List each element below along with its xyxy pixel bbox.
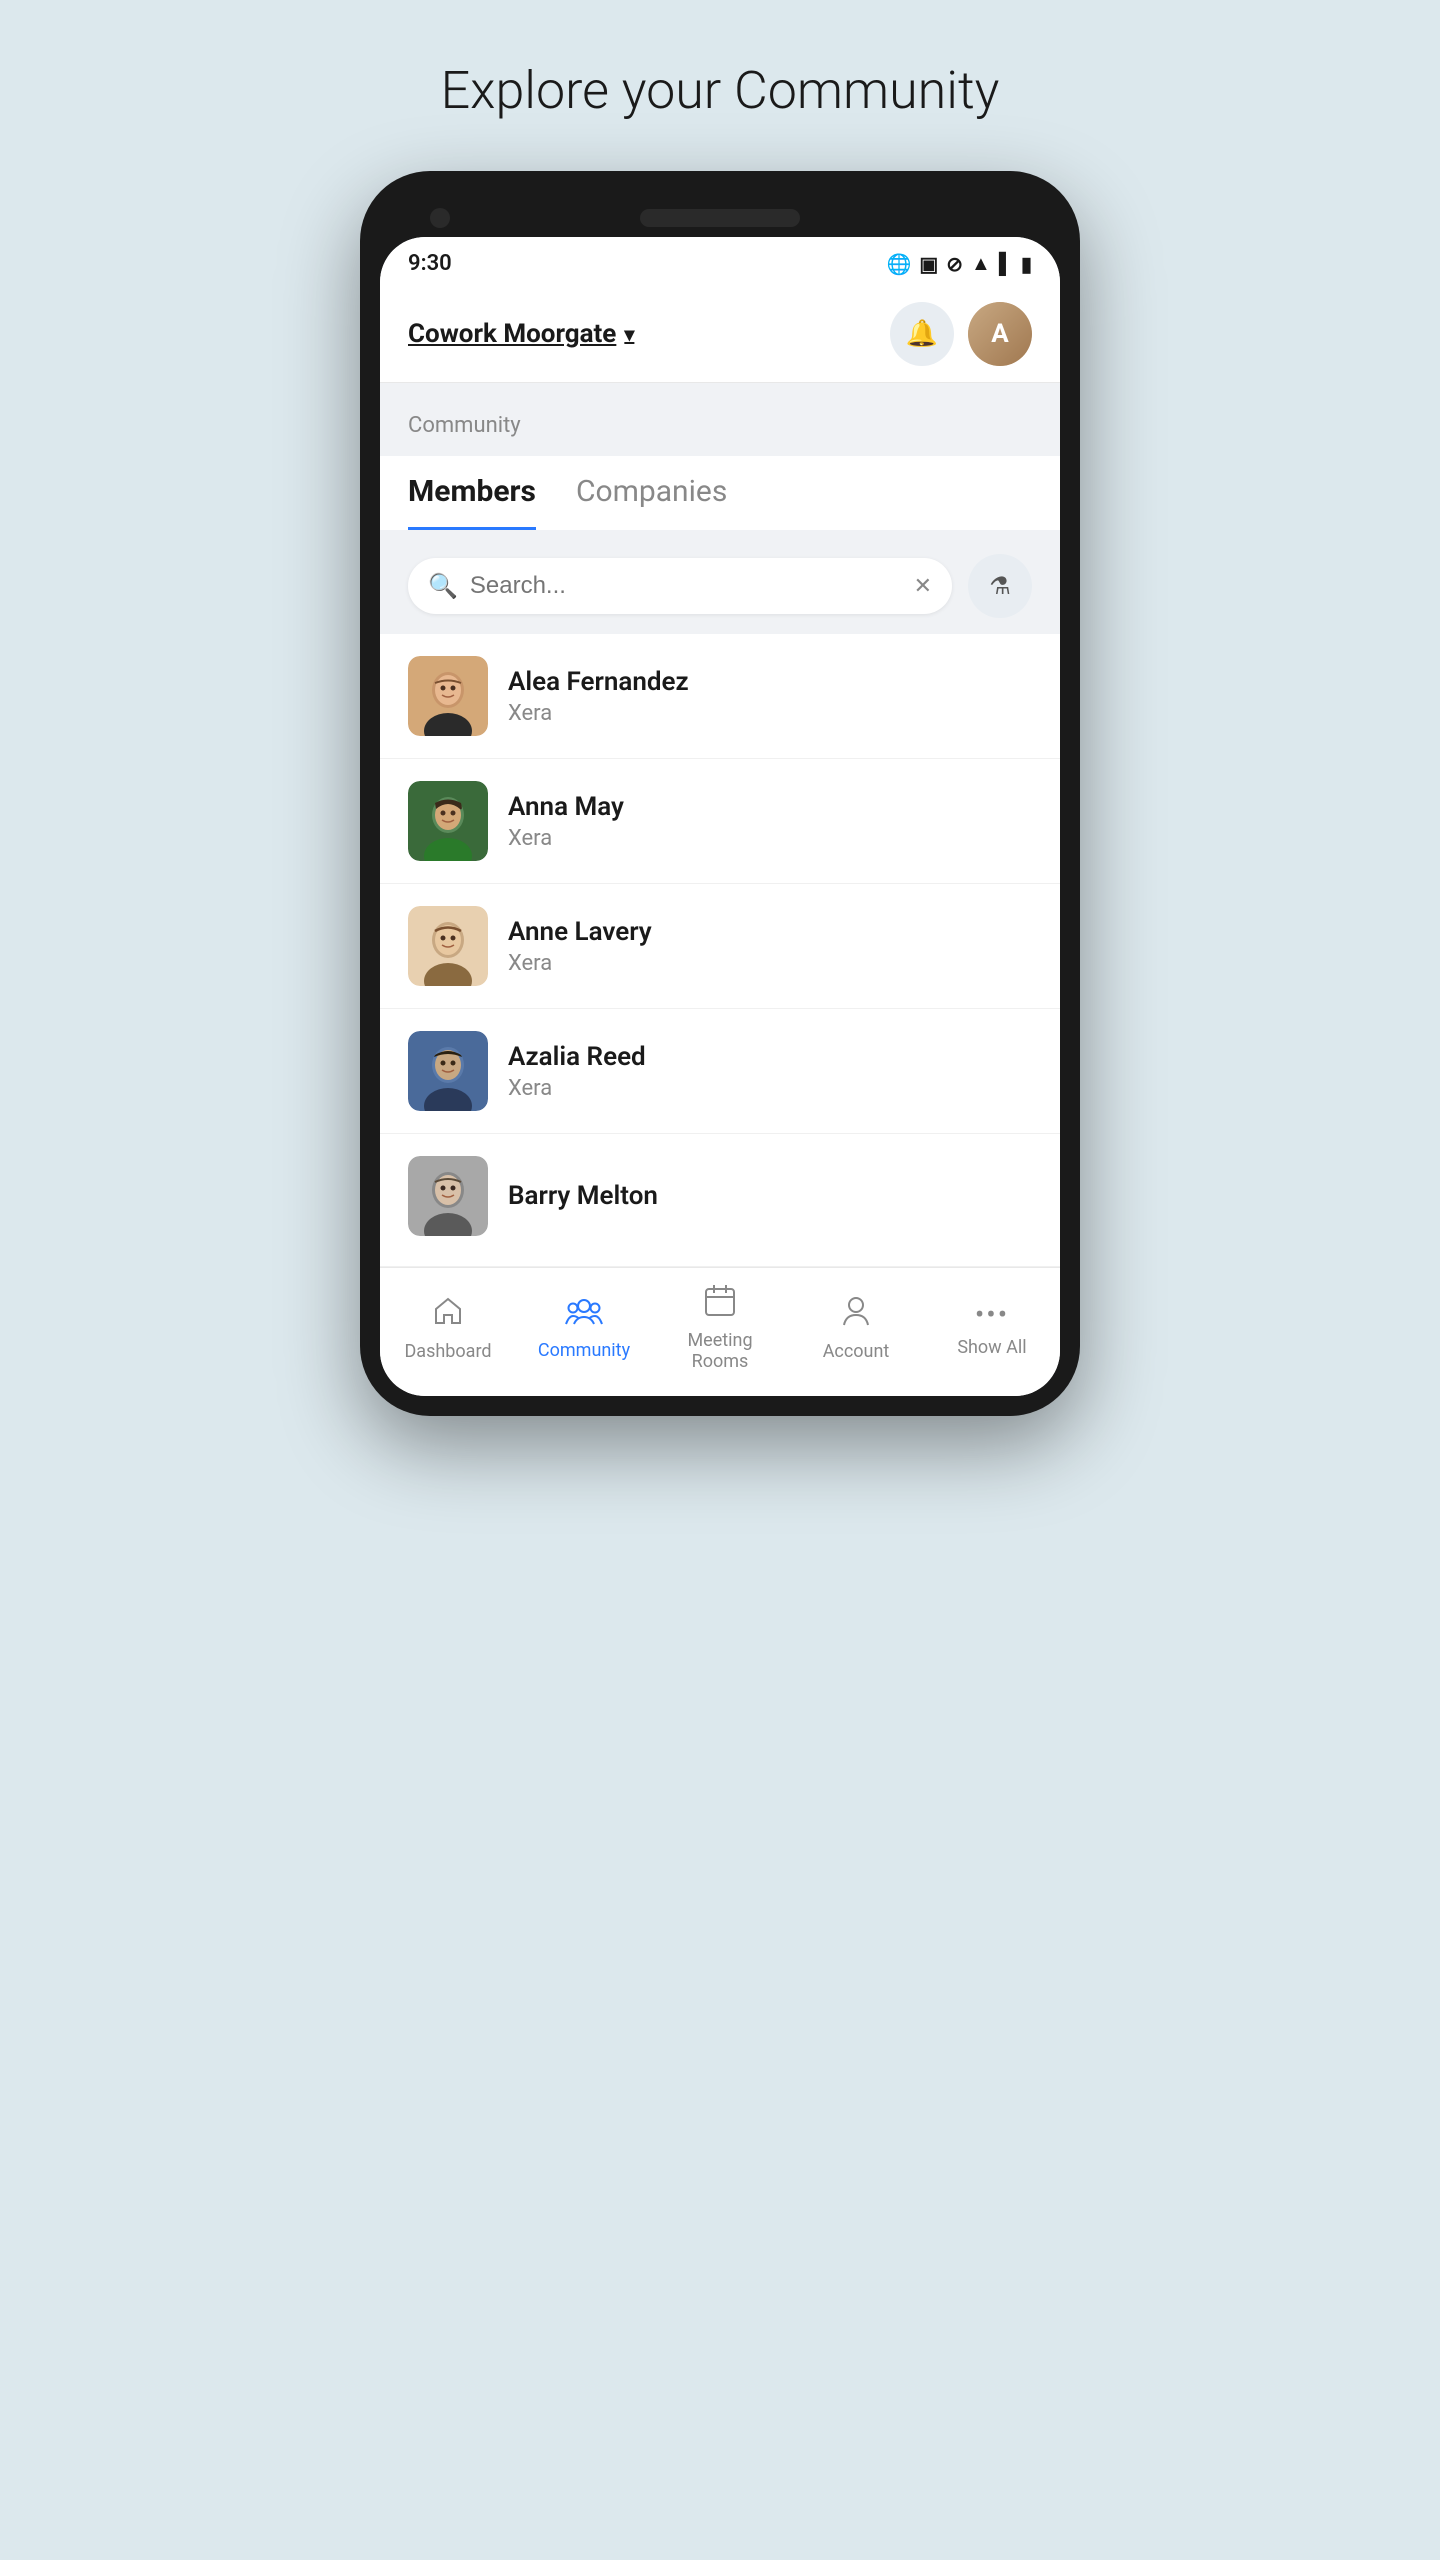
header-actions: 🔔 A xyxy=(890,302,1032,366)
search-icon: 🔍 xyxy=(428,572,458,600)
dnd-icon: ⊘ xyxy=(946,252,963,276)
person-icon xyxy=(842,1295,870,1335)
clear-search-button[interactable]: ✕ xyxy=(914,574,932,599)
search-input[interactable] xyxy=(470,572,902,600)
member-avatar xyxy=(408,656,488,736)
member-info: Alea Fernandez Xera xyxy=(508,667,1032,726)
phone-top-bar xyxy=(380,191,1060,237)
member-name: Anna May xyxy=(508,792,1032,822)
page-title: Explore your Community xyxy=(441,60,1000,121)
nav-item-community[interactable]: Community xyxy=(534,1296,634,1361)
wifi-icon: ▲ xyxy=(971,251,991,276)
workspace-selector[interactable]: Cowork Moorgate ▾ xyxy=(408,319,634,349)
member-avatar xyxy=(408,906,488,986)
calendar-icon xyxy=(705,1284,735,1324)
phone-speaker xyxy=(640,209,800,227)
list-item[interactable]: Alea Fernandez Xera xyxy=(380,634,1060,759)
member-name: Azalia Reed xyxy=(508,1042,1032,1072)
search-box: 🔍 ✕ xyxy=(408,558,952,614)
list-item[interactable]: Anne Lavery Xera xyxy=(380,884,1060,1009)
phone-camera xyxy=(430,208,450,228)
content-area: Community Members Companies 🔍 ✕ ⚗ xyxy=(380,383,1060,1267)
member-name: Alea Fernandez xyxy=(508,667,1032,697)
list-item[interactable]: Barry Melton xyxy=(380,1134,1060,1267)
nav-label-dashboard: Dashboard xyxy=(404,1341,491,1362)
bottom-nav: Dashboard Community xyxy=(380,1267,1060,1396)
member-info: Anne Lavery Xera xyxy=(508,917,1032,976)
bell-icon: 🔔 xyxy=(906,319,938,349)
avatar-image xyxy=(408,1031,488,1111)
sim-icon: ▣ xyxy=(919,252,938,276)
community-icon xyxy=(565,1296,603,1334)
chevron-down-icon: ▾ xyxy=(624,322,634,346)
phone-screen: 9:30 🌐 ▣ ⊘ ▲ ▌ ▮ Cowork Moorgate ▾ 🔔 xyxy=(380,237,1060,1396)
avatar-image xyxy=(408,781,488,861)
search-row: 🔍 ✕ ⚗ xyxy=(408,554,1032,618)
nav-item-show-all[interactable]: ••• Show All xyxy=(942,1298,1042,1358)
list-item[interactable]: Anna May Xera xyxy=(380,759,1060,884)
member-avatar xyxy=(408,781,488,861)
notifications-button[interactable]: 🔔 xyxy=(890,302,954,366)
status-time: 9:30 xyxy=(408,251,452,276)
avatar-image xyxy=(408,906,488,986)
tabs-bar: Members Companies xyxy=(380,456,1060,530)
app-header: Cowork Moorgate ▾ 🔔 A xyxy=(380,286,1060,383)
nav-label-community: Community xyxy=(538,1340,630,1361)
filter-icon: ⚗ xyxy=(989,572,1011,600)
globe-icon: 🌐 xyxy=(886,252,911,276)
member-name: Anne Lavery xyxy=(508,917,1032,947)
members-list: Alea Fernandez Xera xyxy=(380,634,1060,1267)
member-avatar xyxy=(408,1031,488,1111)
member-company: Xera xyxy=(508,826,1032,851)
phone-frame: 9:30 🌐 ▣ ⊘ ▲ ▌ ▮ Cowork Moorgate ▾ 🔔 xyxy=(360,171,1080,1416)
member-info: Barry Melton xyxy=(508,1181,1032,1211)
tab-companies[interactable]: Companies xyxy=(576,456,727,530)
section-label: Community xyxy=(408,413,1032,438)
nav-item-dashboard[interactable]: Dashboard xyxy=(398,1295,498,1362)
nav-item-account[interactable]: Account xyxy=(806,1295,906,1362)
workspace-name-text: Cowork Moorgate xyxy=(408,319,616,349)
battery-icon: ▮ xyxy=(1021,252,1032,276)
list-item[interactable]: Azalia Reed Xera xyxy=(380,1009,1060,1134)
avatar-image xyxy=(408,1156,488,1236)
nav-label-meeting-rooms: MeetingRooms xyxy=(687,1330,752,1372)
more-icon: ••• xyxy=(975,1298,1009,1331)
filter-button[interactable]: ⚗ xyxy=(968,554,1032,618)
nav-label-show-all: Show All xyxy=(957,1337,1026,1358)
member-company: Xera xyxy=(508,951,1032,976)
member-name: Barry Melton xyxy=(508,1181,1032,1211)
user-avatar: A xyxy=(968,302,1032,366)
status-bar: 9:30 🌐 ▣ ⊘ ▲ ▌ ▮ xyxy=(380,237,1060,286)
status-icons: 🌐 ▣ ⊘ ▲ ▌ ▮ xyxy=(886,251,1032,276)
member-info: Anna May Xera xyxy=(508,792,1032,851)
member-company: Xera xyxy=(508,701,1032,726)
user-avatar-button[interactable]: A xyxy=(968,302,1032,366)
avatar-image xyxy=(408,656,488,736)
signal-icon: ▌ xyxy=(999,251,1013,276)
home-icon xyxy=(432,1295,464,1335)
member-avatar xyxy=(408,1156,488,1236)
nav-label-account: Account xyxy=(823,1341,890,1362)
nav-item-meeting-rooms[interactable]: MeetingRooms xyxy=(670,1284,770,1372)
tab-members[interactable]: Members xyxy=(408,456,536,530)
member-info: Azalia Reed Xera xyxy=(508,1042,1032,1101)
member-company: Xera xyxy=(508,1076,1032,1101)
